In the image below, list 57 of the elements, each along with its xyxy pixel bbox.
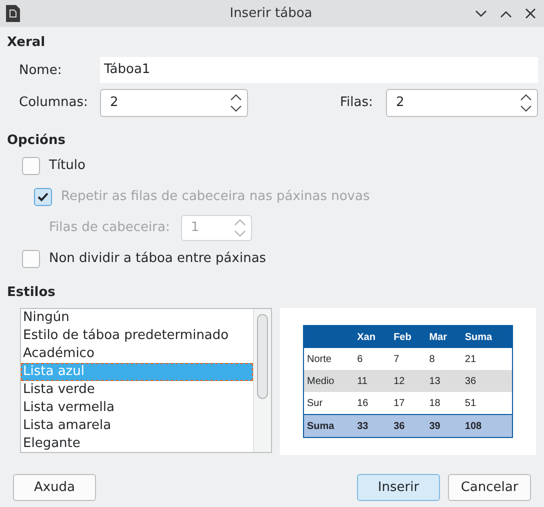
name-label: Nome: [18, 62, 63, 78]
header-rows-label: Filas de cabeceira: [49, 220, 170, 235]
dialog-button[interactable]: Inserir [357, 474, 440, 501]
preview-cell: Medio [304, 370, 354, 392]
maximize-icon[interactable] [500, 10, 512, 18]
dialog-button[interactable]: Axuda [13, 474, 96, 501]
check-icon [37, 192, 49, 202]
preview-cell: 36 [462, 370, 512, 392]
style-item[interactable]: Lista amarela [21, 417, 253, 435]
preview-header-cell: Xan [354, 326, 391, 348]
preview-total-cell: 108 [462, 414, 512, 438]
dialog-button[interactable]: Cancelar [448, 474, 531, 501]
style-item[interactable]: Ningún [21, 309, 253, 327]
window-title: Inserir táboa [230, 6, 312, 21]
close-icon[interactable] [525, 8, 536, 19]
section-heading: Xeral [7, 34, 46, 52]
name-field[interactable]: Táboa1 [100, 57, 538, 83]
rows-label: Filas: [340, 95, 374, 110]
preview-cell: 21 [462, 348, 512, 370]
spin-arrows-icon[interactable] [520, 92, 532, 112]
checkbox-label[interactable]: Non dividir a táboa entre páxinas [49, 251, 266, 266]
preview-cell: 6 [354, 348, 391, 370]
section-heading: Opcións [7, 132, 66, 150]
preview-total-cell: 33 [354, 414, 391, 438]
preview-total-cell: Suma [304, 414, 354, 438]
style-item[interactable]: Lista vermella [21, 399, 253, 417]
spin-arrows-icon[interactable] [230, 92, 242, 112]
columns-spin-field[interactable]: 2 [100, 88, 248, 116]
columns-label: Columnas: [18, 95, 89, 110]
style-item[interactable]: Académico [21, 345, 253, 363]
preview-cell: 18 [426, 392, 462, 414]
preview-cell: Norte [304, 348, 354, 370]
preview-cell: 12 [390, 370, 426, 392]
style-item[interactable]: Lista verde [21, 381, 253, 399]
checkbox[interactable] [22, 250, 40, 268]
preview-cell: Sur [304, 392, 354, 414]
preview-cell: 51 [462, 392, 512, 414]
style-item[interactable]: Elegante [21, 435, 253, 453]
preview-cell: 7 [390, 348, 426, 370]
preview-total-cell: 39 [426, 414, 462, 438]
preview-cell: 17 [390, 392, 426, 414]
checkbox[interactable] [22, 156, 40, 174]
preview-header-cell: Suma [462, 326, 512, 348]
section-heading: Estilos [7, 284, 56, 302]
preview-total-cell: 36 [390, 414, 426, 438]
preview-cell: 8 [426, 348, 462, 370]
preview-header-cell: Feb [390, 326, 426, 348]
preview-cell: 13 [426, 370, 462, 392]
rows-spin-field[interactable]: 2 [386, 88, 538, 116]
preview-cell: 11 [354, 370, 391, 392]
preview-cell: 16 [354, 392, 391, 414]
scrollbar[interactable] [253, 309, 271, 452]
style-item[interactable]: Estilo de táboa predeterminado [21, 327, 253, 345]
document-icon [6, 5, 20, 22]
preview-header-cell: Mar [426, 326, 462, 348]
minimize-icon[interactable] [475, 10, 487, 18]
checkbox-label[interactable]: Título [49, 158, 86, 173]
